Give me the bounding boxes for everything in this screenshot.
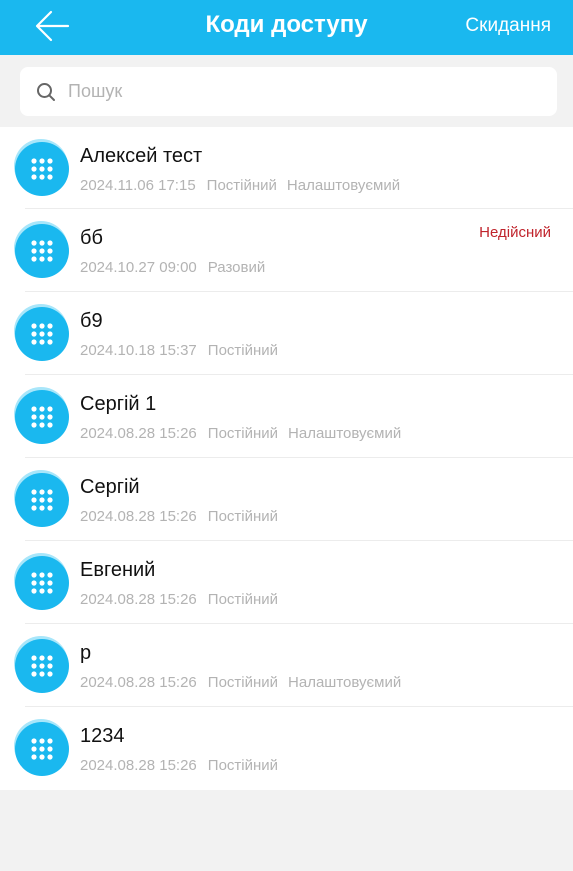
item-type: Постійний xyxy=(207,591,279,608)
access-codes-list: Алексей тест 2024.11.06 17:15 Постійний Нал… xyxy=(0,127,573,790)
item-datetime: 2024.10.27 09:00 xyxy=(80,259,197,276)
item-datetime: 2024.11.06 17:15 xyxy=(80,177,196,194)
item-name: бб xyxy=(80,227,103,249)
item-datetime: 2024.08.28 15:26 xyxy=(80,425,197,442)
keypad-icon xyxy=(31,738,53,760)
item-datetime: 2024.08.28 15:26 xyxy=(80,508,197,525)
item-datetime: 2024.08.28 15:26 xyxy=(80,757,197,774)
code-avatar xyxy=(15,473,69,527)
search-bar[interactable] xyxy=(20,67,557,116)
search-icon xyxy=(37,83,55,101)
list-item[interactable]: Сергій 2024.08.28 15:26 Постійний xyxy=(0,458,573,541)
list-item[interactable]: Алексей тест 2024.11.06 17:15 Постійний Нал… xyxy=(0,127,573,209)
item-meta: 2024.08.28 15:26 Постійний xyxy=(80,756,288,776)
keypad-icon xyxy=(31,489,53,511)
keypad-icon xyxy=(31,572,53,594)
arrow-left-icon xyxy=(35,10,70,42)
item-datetime: 2024.10.18 15:37 xyxy=(80,342,197,359)
keypad-icon xyxy=(31,158,53,180)
code-avatar xyxy=(15,390,69,444)
item-name: Сергій xyxy=(80,476,140,498)
code-avatar xyxy=(15,556,69,610)
code-avatar xyxy=(15,224,69,278)
item-name: 1234 xyxy=(80,725,125,747)
code-avatar xyxy=(15,307,69,361)
item-name: р xyxy=(80,642,92,664)
item-meta: 2024.08.28 15:26 Постійний Налаштовуємий xyxy=(80,424,411,444)
item-name: Евгений xyxy=(80,559,156,581)
code-avatar xyxy=(15,142,69,196)
search-input[interactable] xyxy=(68,67,538,116)
item-name: Алексей тест xyxy=(80,145,203,167)
keypad-icon xyxy=(31,323,53,345)
item-meta: 2024.08.28 15:26 Постійний Налаштовуємий xyxy=(80,673,411,693)
item-meta: 2024.08.28 15:26 Постійний xyxy=(80,590,288,610)
item-extra: Налаштовуємий xyxy=(288,674,402,691)
item-extra: Налаштовуємий xyxy=(286,177,401,194)
item-extra: Налаштовуємий xyxy=(288,425,402,442)
item-type: Постійний xyxy=(207,342,279,359)
keypad-icon xyxy=(31,406,53,428)
item-name: Сергій 1 xyxy=(80,393,157,415)
item-type: Постійний xyxy=(206,177,277,194)
list-item[interactable]: р 2024.08.28 15:26 Постійний Налаштовуємий xyxy=(0,624,573,707)
header: Коди доступу Скидання xyxy=(0,0,573,55)
item-type: Постійний xyxy=(207,757,279,774)
keypad-icon xyxy=(31,655,53,677)
list-item[interactable]: Сергій 1 2024.08.28 15:26 Постійний Налашто… xyxy=(0,375,573,458)
reset-button[interactable]: Скидання xyxy=(465,13,551,39)
status-badge: Недійсний xyxy=(479,224,551,241)
item-meta: 2024.10.18 15:37 Постійний xyxy=(80,341,288,361)
code-avatar xyxy=(15,639,69,693)
code-avatar xyxy=(15,722,69,776)
back-button[interactable] xyxy=(34,9,72,43)
keypad-icon xyxy=(31,240,53,262)
list-item[interactable]: б9 2024.10.18 15:37 Постійний xyxy=(0,292,573,375)
item-datetime: 2024.08.28 15:26 xyxy=(80,674,197,691)
item-meta: 2024.10.27 09:00 Разовий xyxy=(80,258,275,278)
list-item[interactable]: Евгений 2024.08.28 15:26 Постійний xyxy=(0,541,573,624)
list-item[interactable]: 1234 2024.08.28 15:26 Постійний xyxy=(0,707,573,790)
item-meta: 2024.08.28 15:26 Постійний xyxy=(80,507,288,527)
list-item[interactable]: бб 2024.10.27 09:00 Разовий Недійсний xyxy=(0,209,573,292)
item-name: б9 xyxy=(80,310,103,332)
item-type: Разовий xyxy=(207,259,266,276)
item-type: Постійний xyxy=(207,674,279,691)
item-datetime: 2024.08.28 15:26 xyxy=(80,591,197,608)
item-meta: 2024.11.06 17:15 Постійний Налаштовуємий xyxy=(80,176,410,196)
item-type: Постійний xyxy=(207,425,279,442)
item-type: Постійний xyxy=(207,508,279,525)
